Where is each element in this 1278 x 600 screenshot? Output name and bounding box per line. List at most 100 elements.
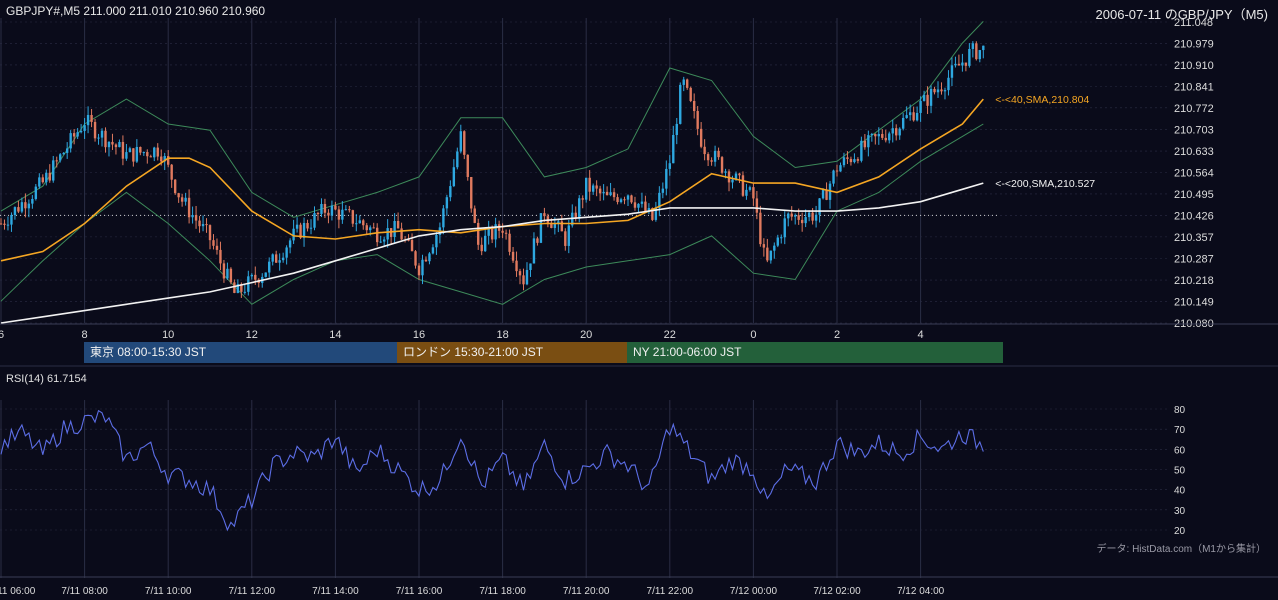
candle-body <box>160 156 163 162</box>
candle-body <box>463 131 466 155</box>
candle-body <box>376 227 379 243</box>
y-tick-label: 210.979 <box>1174 38 1214 50</box>
candle-body <box>337 209 341 220</box>
candle-body <box>135 146 139 162</box>
candle-body <box>323 203 327 213</box>
candle-body <box>421 259 424 276</box>
candle-body <box>10 215 13 225</box>
candle-body <box>783 218 786 238</box>
rsi-y-tick-label: 50 <box>1174 466 1186 477</box>
candle-body <box>968 48 971 66</box>
candle-body <box>59 154 62 161</box>
candle-body <box>633 202 637 208</box>
candle-body <box>766 247 769 261</box>
candle-body <box>320 203 323 214</box>
candle-body <box>825 189 828 200</box>
candle-body <box>93 121 97 139</box>
candle-body <box>285 247 288 258</box>
x-tick-label: 22 <box>664 329 676 341</box>
candle-body <box>456 151 459 168</box>
candle-body <box>665 168 668 189</box>
candle-body <box>198 220 201 227</box>
candle-body <box>713 150 717 162</box>
candle-body <box>821 189 825 199</box>
candle-body <box>895 128 898 136</box>
x-tick-label: 2 <box>834 329 840 341</box>
candle-body <box>954 63 957 66</box>
candle-body <box>640 201 644 204</box>
candle-body <box>76 132 79 137</box>
y-tick-label: 210.703 <box>1174 124 1214 136</box>
candle-body <box>156 147 159 157</box>
candle-body <box>564 231 567 246</box>
candle-body <box>741 175 745 196</box>
candle-body <box>372 227 375 229</box>
candle-body <box>835 170 839 172</box>
candle-body <box>449 186 452 198</box>
candle-body <box>309 227 313 229</box>
candle-body <box>114 144 118 148</box>
candle-body <box>90 114 93 122</box>
candle-body <box>818 198 821 215</box>
candle-body <box>65 148 69 153</box>
candle-body <box>330 205 334 216</box>
candle-body <box>661 188 665 193</box>
candle-body <box>229 268 233 283</box>
x-tick-label: 14 <box>329 329 341 341</box>
rsi-y-tick-label: 40 <box>1174 486 1186 497</box>
candle-body <box>752 187 755 199</box>
candle-body <box>644 201 647 212</box>
rsi-x-tick-label: 7/11 22:00 <box>647 586 694 597</box>
rsi-x-tick-label: 7/12 00:00 <box>730 586 778 597</box>
y-tick-label: 210.149 <box>1174 297 1214 309</box>
candle-body <box>459 131 462 152</box>
candle-body <box>170 164 173 180</box>
rsi-y-tick-label: 30 <box>1174 506 1186 517</box>
candle-body <box>689 87 692 101</box>
candle-body <box>888 133 891 141</box>
candle-body <box>86 114 90 126</box>
candle-body <box>717 150 720 158</box>
candle-body <box>34 186 38 199</box>
candle-body <box>233 282 236 293</box>
candle-body <box>100 130 104 138</box>
rsi-panel: 80 70 60 50 40 30 20 <box>0 405 1186 537</box>
candle-body <box>184 197 187 202</box>
candle-body <box>529 263 532 270</box>
candle-body <box>208 225 212 241</box>
candle-body <box>435 234 438 248</box>
rsi-y-tick-label: 80 <box>1174 405 1186 416</box>
candle-body <box>72 133 76 137</box>
rsi-line <box>0 409 984 532</box>
candle-body <box>605 191 609 196</box>
candle-body <box>598 188 602 194</box>
candle-body <box>769 250 773 261</box>
candle-body <box>679 84 682 124</box>
candle-body <box>602 191 605 194</box>
candle-body <box>48 172 51 181</box>
candle-body <box>201 224 205 227</box>
candle-body <box>626 195 630 200</box>
chart-title: 2006-07-11 のGBP/JPY（M5) <box>1095 7 1268 22</box>
candle-body <box>480 244 483 252</box>
candle-body <box>908 112 912 116</box>
candle-body <box>759 212 762 245</box>
candle-body <box>926 94 929 106</box>
candle-body <box>703 146 706 155</box>
candle-body <box>97 137 100 139</box>
candle-body <box>470 176 473 209</box>
candle-body <box>0 223 3 225</box>
candle-body <box>334 205 337 210</box>
candle-body <box>874 134 877 137</box>
y-tick-label: 210.564 <box>1174 168 1214 180</box>
candle-body <box>501 230 504 233</box>
ohlc-header: GBPJPY#,M5 211.000 211.010 210.960 210.9… <box>6 4 266 18</box>
x-tick-label: 10 <box>162 329 174 341</box>
bollinger-bands <box>0 21 984 305</box>
candle-body <box>581 198 584 200</box>
candle-body <box>922 94 926 101</box>
candle-body <box>83 125 86 131</box>
candle-body <box>616 197 619 203</box>
candle-body <box>518 271 522 276</box>
candle-body <box>62 152 65 155</box>
